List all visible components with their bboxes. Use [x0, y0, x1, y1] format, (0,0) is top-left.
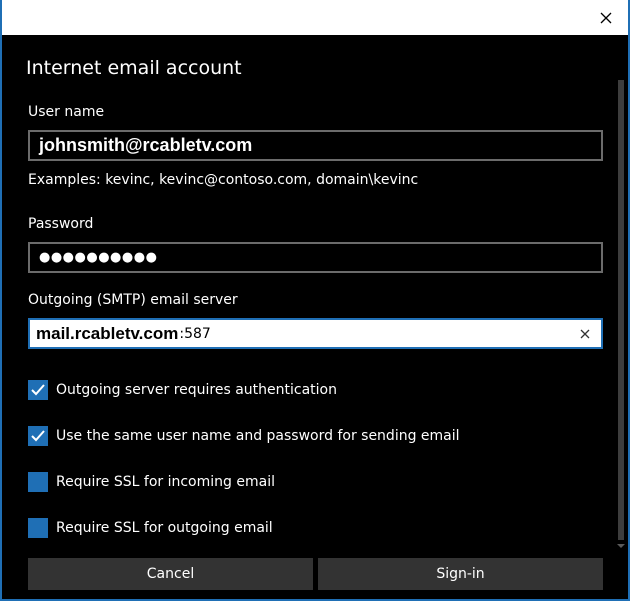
- option-label: Use the same user name and password for …: [56, 428, 460, 444]
- scroll-thumb[interactable]: [618, 80, 624, 540]
- cancel-button[interactable]: Cancel: [28, 558, 313, 590]
- smtp-server-host: mail.rcabletv.com: [36, 323, 179, 343]
- option-ssl-incoming[interactable]: Require SSL for incoming email: [28, 472, 275, 492]
- option-ssl-outgoing[interactable]: Require SSL for outgoing email: [28, 518, 273, 538]
- close-button[interactable]: [596, 8, 616, 28]
- option-outgoing-auth[interactable]: Outgoing server requires authentication: [28, 380, 337, 400]
- username-hint: Examples: kevinc, kevinc@contoso.com, do…: [28, 172, 419, 188]
- option-label: Outgoing server requires authentication: [56, 382, 337, 398]
- close-icon: [600, 12, 612, 24]
- password-field[interactable]: ●●●●●●●●●●: [28, 242, 603, 273]
- smtp-server-port: :587: [179, 325, 211, 342]
- username-field[interactable]: johnsmith@rcabletv.com: [28, 130, 603, 161]
- scrollbar[interactable]: [615, 80, 627, 550]
- title-bar: [2, 0, 628, 35]
- password-value: ●●●●●●●●●●: [39, 250, 158, 265]
- option-label: Require SSL for outgoing email: [56, 520, 273, 536]
- username-value: johnsmith@rcabletv.com: [39, 135, 253, 155]
- email-account-dialog: Internet email account User name johnsmi…: [0, 0, 630, 601]
- option-same-credentials[interactable]: Use the same user name and password for …: [28, 426, 460, 446]
- option-label: Require SSL for incoming email: [56, 474, 275, 490]
- clear-icon: [580, 329, 590, 339]
- checkmark-icon: [31, 384, 45, 396]
- signin-button[interactable]: Sign-in: [318, 558, 603, 590]
- password-label: Password: [28, 216, 94, 232]
- checkbox-unchecked[interactable]: [28, 518, 48, 538]
- smtp-server-field[interactable]: mail.rcabletv.com :587: [28, 318, 603, 349]
- checkbox-checked[interactable]: [28, 426, 48, 446]
- dialog-title: Internet email account: [26, 57, 242, 79]
- clear-button[interactable]: [578, 326, 592, 340]
- checkmark-icon: [31, 430, 45, 442]
- checkbox-unchecked[interactable]: [28, 472, 48, 492]
- username-label: User name: [28, 104, 105, 120]
- checkbox-checked[interactable]: [28, 380, 48, 400]
- smtp-server-label: Outgoing (SMTP) email server: [28, 292, 238, 308]
- scroll-down-arrow-icon[interactable]: [617, 542, 625, 550]
